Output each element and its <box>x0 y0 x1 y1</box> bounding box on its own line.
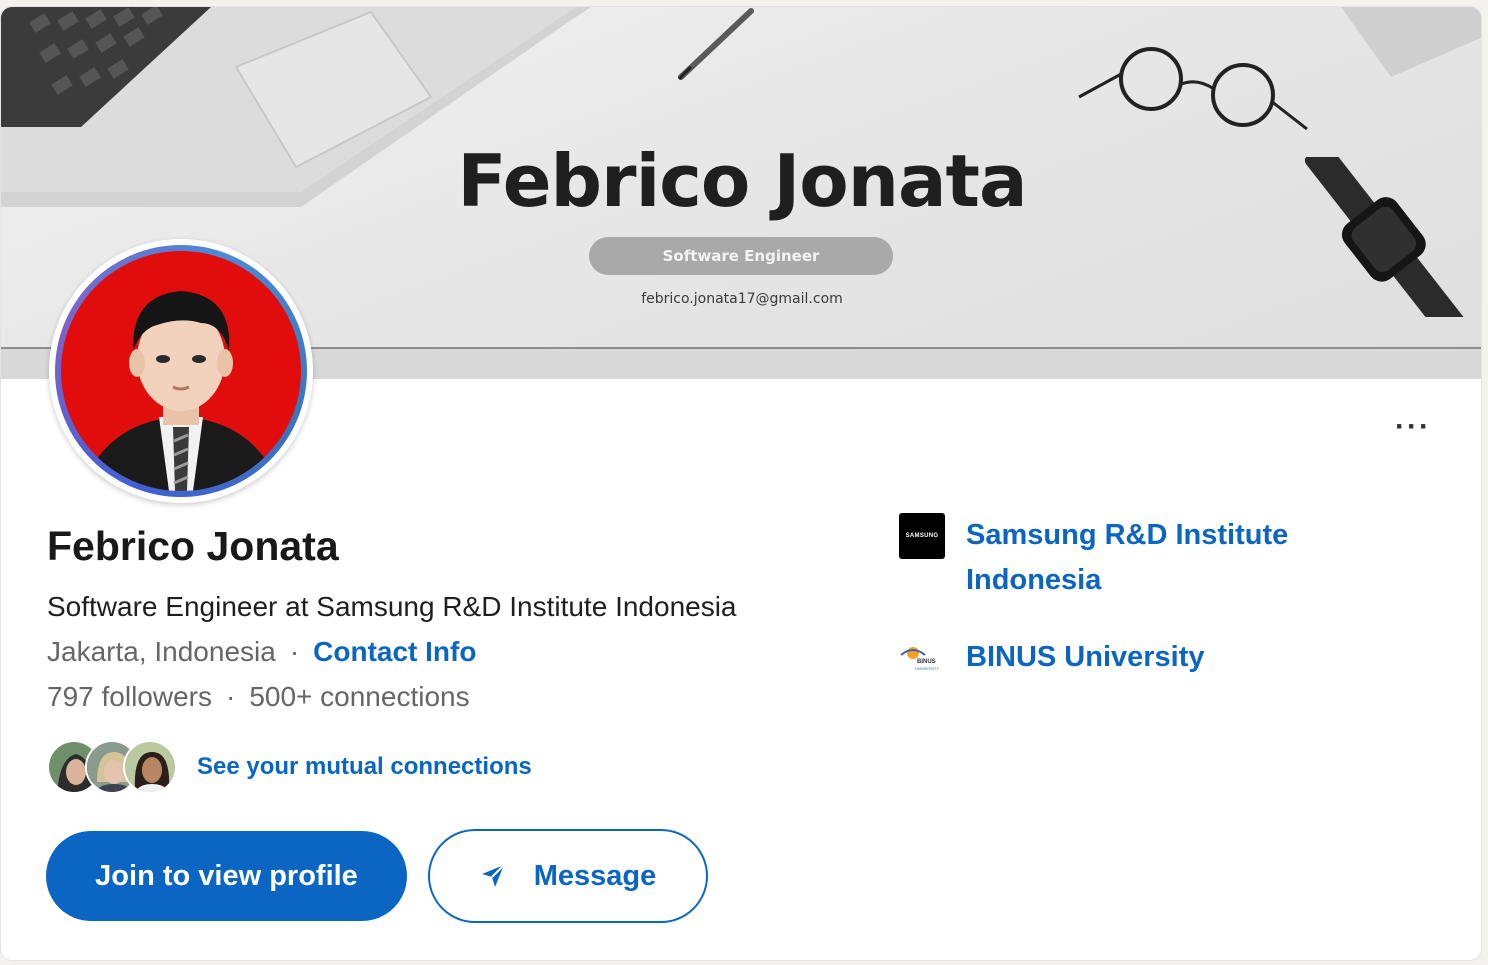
samsung-logo-icon: SAMSUNG <box>899 513 945 559</box>
more-actions-button[interactable]: ··· <box>1385 411 1441 443</box>
mutual-connections-link[interactable]: See your mutual connections <box>197 753 532 781</box>
followers-count: 797 followers <box>47 681 212 712</box>
separator-dot: · <box>225 681 236 712</box>
notebook-decoration <box>1341 7 1481 77</box>
location-row: Jakarta, Indonesia · Contact Info <box>47 636 476 668</box>
contact-info-link[interactable]: Contact Info <box>313 636 476 667</box>
mutual-connections[interactable]: See your mutual connections <box>47 737 532 797</box>
org-item-samsung[interactable]: SAMSUNG Samsung R&D Institute Indonesia <box>899 513 1346 603</box>
banner-subtitle-pill: Software Engineer <box>589 237 893 275</box>
profile-card: Febrico Jonata Software Engineer febrico… <box>0 6 1482 961</box>
binus-logo-icon: BINUS UNIVERSITY <box>899 635 945 681</box>
avatar[interactable] <box>49 239 313 503</box>
org-item-binus[interactable]: BINUS UNIVERSITY BINUS University <box>899 635 1346 681</box>
svg-text:UNIVERSITY: UNIVERSITY <box>915 666 939 671</box>
send-icon <box>480 863 506 889</box>
join-to-view-profile-button[interactable]: Join to view profile <box>46 831 407 921</box>
avatar-photo <box>61 251 301 491</box>
org-name-samsung[interactable]: Samsung R&D Institute Indonesia <box>966 513 1346 603</box>
profile-location: Jakarta, Indonesia <box>47 636 276 667</box>
profile-name: Febrico Jonata <box>47 523 339 569</box>
glasses-decoration <box>1078 47 1308 131</box>
pen-decoration <box>677 8 754 81</box>
message-label: Message <box>533 859 657 892</box>
connections-count: 500+ connections <box>249 681 470 712</box>
message-button[interactable]: Message <box>428 829 708 923</box>
mutual-avatar <box>123 740 177 794</box>
avatar-frame <box>55 245 307 497</box>
svg-text:BINUS: BINUS <box>917 659 936 665</box>
profile-headline: Software Engineer at Samsung R&D Institu… <box>47 591 737 622</box>
stats-row: 797 followers · 500+ connections <box>47 681 470 713</box>
separator-dot: · <box>289 636 300 667</box>
org-name-binus[interactable]: BINUS University <box>966 635 1346 680</box>
banner-title: Febrico Jonata <box>457 139 1027 223</box>
